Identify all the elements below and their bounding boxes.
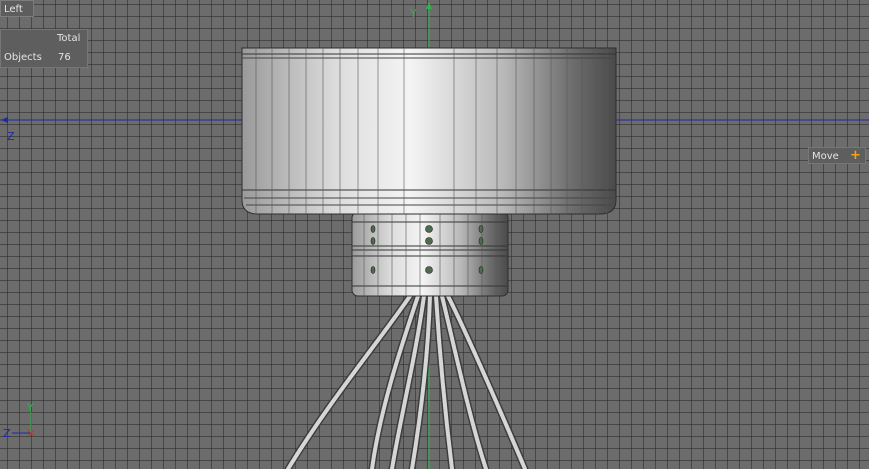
vertical-axis-arrow [426,2,432,9]
view-name-text: Left [4,4,23,15]
orientation-gizmo: Y Z [3,401,35,440]
stats-panel: Total Objects 76 [0,29,88,68]
move-tool-button[interactable]: Move + [808,147,866,164]
connector-body [351,211,509,297]
stats-row-value: 76 [58,52,71,63]
vertical-axis-label: Y [409,7,417,20]
stats-row-label: Objects [4,52,42,63]
cables [284,292,529,469]
stats-column-header: Total [57,33,81,44]
view-name-label[interactable]: Left [0,0,34,17]
plus-icon: + [850,148,861,163]
gizmo-vertical-label: Y [26,401,34,414]
move-tool-label: Move [812,151,839,162]
gizmo-horizontal-label: Z [3,427,11,440]
viewport-left[interactable]: Y Z Y Z Left Total Objects 76 Move + [0,0,869,469]
cup-body [241,47,617,215]
horizontal-axis-label: Z [7,130,15,143]
scene-canvas[interactable]: Y Z Y Z [0,0,869,469]
horizontal-axis-arrow [1,117,8,123]
